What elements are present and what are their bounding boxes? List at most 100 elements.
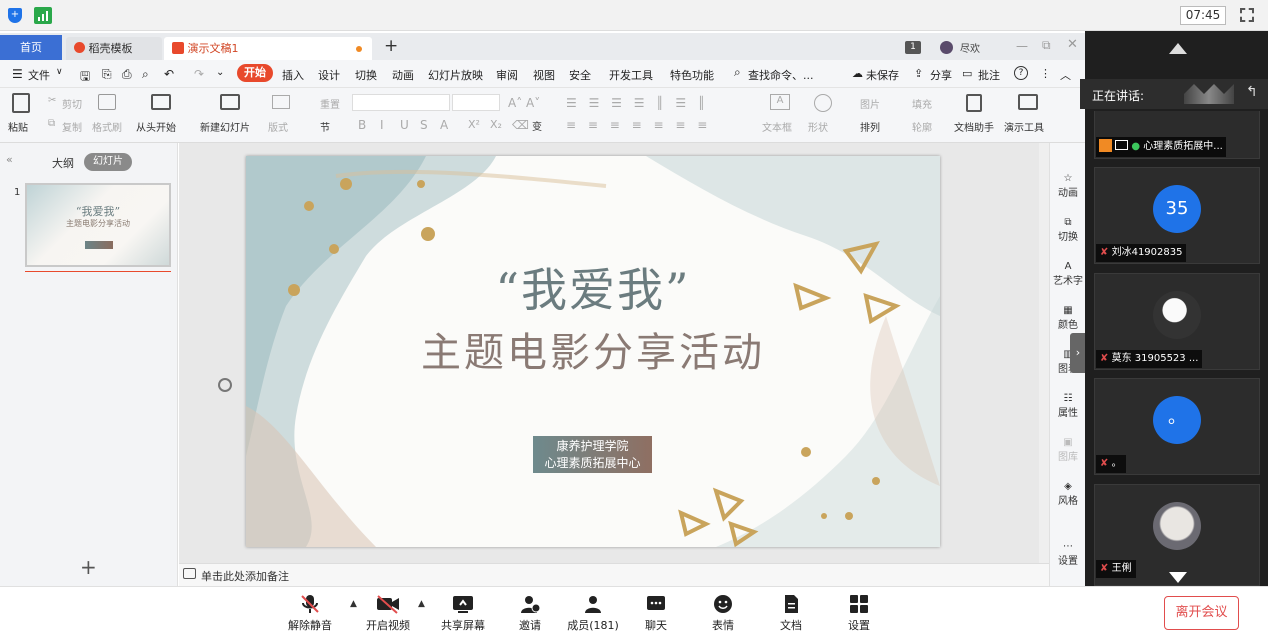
slide-title[interactable]: “我爱我” xyxy=(246,254,940,320)
settings-button[interactable]: 设置 xyxy=(829,593,889,633)
sidebar-properties[interactable]: ☷ 属性 xyxy=(1050,393,1086,419)
mic-options-icon[interactable]: ▲ xyxy=(350,599,357,609)
quick-export-icon[interactable]: ⎘ xyxy=(102,67,112,82)
add-slide-button[interactable]: + xyxy=(80,555,97,579)
new-tab-button[interactable]: + xyxy=(384,36,398,56)
fill-button[interactable]: 填充 xyxy=(912,96,932,111)
docs-button[interactable]: 文档 xyxy=(761,593,821,633)
help-icon[interactable]: ? xyxy=(1014,66,1028,80)
sidebar-settings[interactable]: ⋯ 设置 xyxy=(1050,541,1086,567)
shape-button[interactable]: 形状 xyxy=(808,119,828,134)
menu-icon[interactable]: ☰ xyxy=(12,67,23,81)
menu-slideshow[interactable]: 幻灯片放映 xyxy=(428,67,483,83)
menu-file[interactable]: 文件 xyxy=(28,67,50,83)
share-button[interactable]: 分享 xyxy=(930,67,952,83)
menu-review[interactable]: 审阅 xyxy=(496,67,518,83)
undo-icon[interactable]: ↶ xyxy=(164,67,174,81)
from-start-icon[interactable] xyxy=(151,94,171,110)
slide-subtitle[interactable]: 主题电影分享活动 xyxy=(246,320,940,378)
font-size-select[interactable] xyxy=(452,94,500,111)
menu-insert[interactable]: 插入 xyxy=(282,67,304,83)
search-icon[interactable]: ⌕ xyxy=(734,65,741,80)
more-icon[interactable]: ⋮ xyxy=(1040,67,1051,80)
members-button[interactable]: 成员(181) xyxy=(563,593,623,633)
leave-meeting-button[interactable]: 离开会议 xyxy=(1164,596,1239,630)
sidebar-transition[interactable]: ⧉ 切换 xyxy=(1050,217,1086,243)
user-name[interactable]: 尽欢 xyxy=(960,40,980,55)
doc-helper-button[interactable]: 文档助手 xyxy=(954,119,994,134)
scroll-up-icon[interactable] xyxy=(1169,43,1187,54)
close-icon[interactable]: ✕ xyxy=(1067,37,1078,52)
main-slide[interactable]: “我爱我” 主题电影分享活动 康养护理学院 心理素质拓展中心 xyxy=(246,156,940,547)
sidebar-wordart[interactable]: A 艺术字 xyxy=(1050,261,1086,287)
scroll-down-icon[interactable] xyxy=(1169,572,1187,583)
picture-button[interactable]: 图片 xyxy=(860,96,880,111)
shape-icon[interactable] xyxy=(814,94,832,112)
video-tile-4[interactable]: ✘ 王俐 xyxy=(1094,484,1260,586)
strike-button[interactable]: S xyxy=(420,118,428,132)
collapse-ribbon-icon[interactable]: ︿ xyxy=(1060,67,1071,83)
textbox-icon[interactable]: A xyxy=(770,94,790,110)
sidebar-gallery[interactable]: ▣ 图库 xyxy=(1050,437,1086,463)
outline-button[interactable]: 轮廓 xyxy=(912,119,932,134)
quick-print-icon[interactable]: ⎙ xyxy=(122,67,132,82)
fullscreen-icon[interactable] xyxy=(1240,8,1254,22)
video-tile-3[interactable]: 。 ✘ 。 xyxy=(1094,378,1260,475)
slide-thumbnail[interactable]: “我爱我” 主题电影分享活动 xyxy=(25,183,171,267)
sidebar-color[interactable]: ▦ 颜色 xyxy=(1050,305,1086,331)
share-icon[interactable]: ⇪ xyxy=(914,67,923,80)
tab-slides[interactable]: 幻灯片 xyxy=(84,153,132,171)
bold-button[interactable]: B xyxy=(358,118,366,132)
doc-helper-icon[interactable] xyxy=(966,94,982,112)
comment-icon[interactable]: ▭ xyxy=(962,67,972,80)
shield-icon[interactable]: + xyxy=(8,8,22,23)
emoji-button[interactable]: 表情 xyxy=(693,593,753,633)
minimize-icon[interactable]: — xyxy=(1016,39,1028,53)
menu-transition[interactable]: 切换 xyxy=(355,67,377,83)
expand-panel-icon[interactable]: › xyxy=(1070,333,1086,373)
video-options-icon[interactable]: ▲ xyxy=(418,599,425,609)
search-command[interactable]: 查找命令、... xyxy=(748,67,814,83)
sidebar-style[interactable]: ◈ 风格 xyxy=(1050,481,1086,507)
align-icons[interactable]: ≡ ≡ ≡ ≡ ≡ ≡ ≡ xyxy=(566,118,711,132)
paste-button[interactable]: 粘贴 xyxy=(8,119,28,134)
font-color-button[interactable]: A xyxy=(440,118,448,132)
prev-icon[interactable] xyxy=(218,378,232,392)
restore-icon[interactable]: ⧉ xyxy=(1042,38,1051,53)
collapse-panel-icon[interactable]: « xyxy=(6,153,13,166)
paste-icon[interactable] xyxy=(12,93,30,113)
from-start-button[interactable]: 从头开始 xyxy=(136,119,176,134)
redo-icon[interactable]: ↷ xyxy=(194,67,204,81)
scrollbar[interactable] xyxy=(1039,143,1049,563)
present-tools-button[interactable]: 演示工具 xyxy=(1004,119,1044,134)
new-slide-icon[interactable] xyxy=(220,94,240,110)
sidebar-animation[interactable]: ☆ 动画 xyxy=(1050,173,1086,199)
tab-docer[interactable]: 稻壳模板 xyxy=(66,37,162,60)
font-grow-icon[interactable]: A˄ A˅ xyxy=(508,96,540,110)
reset-button[interactable]: 重置 xyxy=(320,96,340,111)
format-painter-icon[interactable] xyxy=(98,94,116,110)
invite-button[interactable]: 邀请 xyxy=(500,593,560,633)
menu-design[interactable]: 设计 xyxy=(318,67,340,83)
unmute-button[interactable]: 解除静音 xyxy=(280,593,340,633)
superscript-button[interactable]: X² xyxy=(468,118,480,131)
video-tile-2[interactable]: ✘ 莫东 31905523 ... xyxy=(1094,273,1260,370)
copy-button[interactable]: 复制 xyxy=(62,119,82,134)
format-painter-button[interactable]: 格式刷 xyxy=(92,119,122,134)
section-button[interactable]: 节 xyxy=(320,119,330,134)
chat-button[interactable]: 聊天 xyxy=(626,593,686,633)
present-tools-icon[interactable] xyxy=(1018,94,1038,110)
menu-features[interactable]: 特色功能 xyxy=(670,67,714,83)
textbox-button[interactable]: 文本框 xyxy=(762,119,792,134)
user-avatar[interactable] xyxy=(940,41,953,54)
italic-button[interactable]: I xyxy=(380,118,384,132)
cloud-icon[interactable]: ☁ xyxy=(852,67,863,80)
arrange-button[interactable]: 排列 xyxy=(860,119,880,134)
notes-bar[interactable]: 单击此处添加备注 xyxy=(179,563,1049,586)
quick-preview-icon[interactable]: ⌕ xyxy=(142,67,149,82)
customize-icon[interactable]: ⌄ xyxy=(216,67,224,78)
paragraph-icons[interactable]: ☰ ☰ ☰ ☰ ║ ☰ ║ xyxy=(566,96,709,110)
layout-button[interactable]: 版式 xyxy=(268,119,288,134)
chevron-down-icon[interactable]: ∨ xyxy=(56,67,63,77)
unsaved-status[interactable]: 未保存 xyxy=(866,67,899,83)
